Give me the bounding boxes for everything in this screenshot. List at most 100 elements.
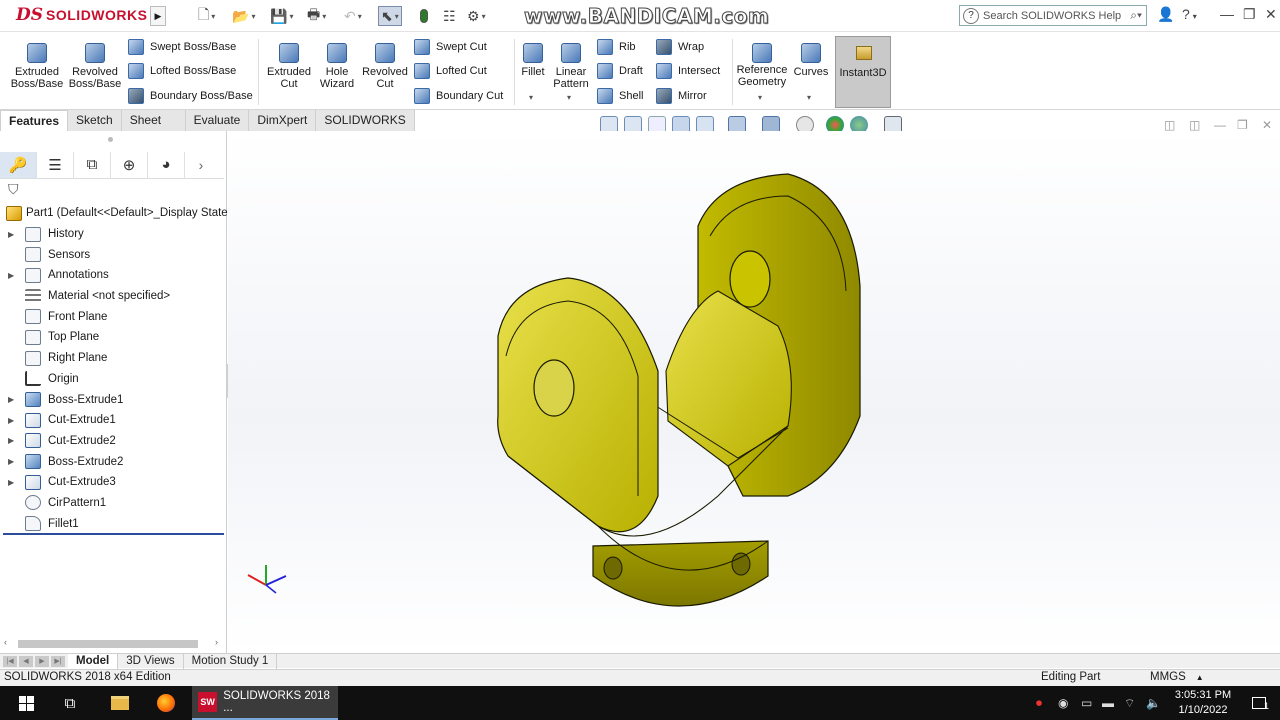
scroll-left-icon[interactable]: ‹ (4, 637, 7, 647)
expand-arrow-icon[interactable]: ▶ (8, 457, 14, 466)
fillet-button[interactable]: Fillet (516, 43, 550, 78)
tab-motion-study[interactable]: Motion Study 1 (184, 653, 278, 669)
tab-features[interactable]: Features (0, 110, 69, 131)
minimize-window-icon[interactable]: — (1220, 6, 1234, 22)
lofted-boss-button[interactable]: Lofted Boss/Base (128, 62, 236, 80)
file-explorer-icon[interactable] (102, 686, 138, 720)
tab-sheet-metal[interactable]: Sheet Metal (121, 110, 186, 148)
expand-arrow-icon[interactable]: ▶ (8, 478, 14, 487)
pattern-dropdown-icon[interactable]: ▾ (567, 93, 571, 102)
tab-model[interactable]: Model (68, 653, 119, 669)
filter-icon[interactable]: ⛉ (8, 181, 19, 198)
tile-right-icon[interactable]: ◫ (1189, 118, 1200, 132)
last-tab-icon[interactable]: ▶| (51, 655, 65, 667)
help-menu-icon[interactable]: ? ▾ (1182, 6, 1197, 22)
3d-part-model[interactable] (488, 166, 868, 616)
tile-left-icon[interactable]: ◫ (1164, 118, 1175, 132)
options-button[interactable]: ⚙ ▾ (467, 6, 486, 26)
lofted-cut-button[interactable]: Lofted Cut (414, 62, 487, 80)
print-button[interactable]: 🖶 ▾ (307, 6, 326, 26)
document-restore-icon[interactable]: ❐ (1237, 118, 1248, 132)
tray-app-icon[interactable]: ◉ (1058, 696, 1068, 710)
intersect-button[interactable]: Intersect (656, 62, 720, 80)
tab-dimxpert[interactable]: DimXpert (249, 110, 317, 131)
expand-arrow-icon[interactable]: ▶ (8, 436, 14, 445)
save-button[interactable]: 💾 ▾ (270, 6, 293, 26)
tab-sketch[interactable]: Sketch (68, 110, 122, 131)
reference-geometry-dropdown-icon[interactable]: ▾ (758, 93, 762, 102)
extruded-boss-button[interactable]: Extruded Boss/Base (9, 43, 65, 90)
expand-arrow-icon[interactable]: ▶ (8, 271, 14, 280)
panel-horizontal-scrollbar[interactable]: ‹ › (4, 637, 224, 651)
first-tab-icon[interactable]: |◀ (3, 655, 17, 667)
tree-root-part[interactable]: Part1 (Default<<Default>_Display State (0, 203, 228, 224)
system-clock[interactable]: 3:05:31 PM 1/10/2022 (1172, 688, 1234, 718)
tray-power-icon[interactable]: ▬ (1102, 696, 1114, 710)
task-view-icon[interactable]: ⧉ (52, 686, 88, 720)
expand-arrow-icon[interactable]: ▶ (8, 395, 14, 404)
prev-tab-icon[interactable]: ◀ (19, 655, 33, 667)
tab-3d-views[interactable]: 3D Views (118, 653, 184, 669)
tree-item-cut-extrude1[interactable]: ▶ Cut-Extrude1 (0, 410, 224, 431)
mirror-button[interactable]: Mirror (656, 87, 707, 105)
close-window-icon[interactable]: ✕ (1265, 6, 1277, 23)
start-button[interactable] (8, 686, 44, 720)
swept-cut-button[interactable]: Swept Cut (414, 38, 487, 56)
reference-geometry-button[interactable]: Reference Geometry (735, 43, 789, 88)
taskbar-solidworks[interactable]: SW SOLIDWORKS 2018 ... (192, 686, 338, 720)
scroll-thumb[interactable] (18, 640, 198, 648)
open-document-button[interactable]: 📂 ▾ (232, 6, 255, 26)
notification-center-icon[interactable]: 1 (1242, 686, 1276, 720)
fillet-dropdown-icon[interactable]: ▾ (529, 93, 533, 102)
expand-arrow-icon[interactable]: ▶ (8, 230, 14, 239)
tree-item-front-plane[interactable]: Front Plane (0, 306, 224, 327)
document-close-icon[interactable]: ✕ (1262, 118, 1272, 132)
rollback-bar[interactable] (3, 533, 224, 535)
rib-button[interactable]: Rib (597, 38, 636, 56)
tree-item-boss-extrude1[interactable]: ▶ Boss-Extrude1 (0, 389, 224, 410)
rebuild-button[interactable] (420, 6, 428, 26)
graphics-area[interactable] (228, 131, 1280, 653)
dimxpertmanager-tab-icon[interactable]: ⊕ (111, 151, 148, 178)
search-help-field[interactable]: ? Search SOLIDWORKS Help ⌕▾ (959, 5, 1147, 26)
menu-expand-arrow-icon[interactable]: ▶ (150, 6, 166, 26)
linear-pattern-button[interactable]: Linear Pattern (550, 43, 592, 90)
new-document-button[interactable]: 🗋 ▾ (198, 6, 215, 26)
recording-indicator-icon[interactable]: ⏺ (1036, 696, 1042, 711)
shell-button[interactable]: Shell (597, 87, 643, 105)
boundary-cut-button[interactable]: Boundary Cut (414, 87, 503, 105)
restore-window-icon[interactable]: ❐ (1243, 6, 1256, 23)
expand-arrow-icon[interactable]: ▶ (8, 416, 14, 425)
search-icon[interactable]: ⌕▾ (1130, 8, 1142, 23)
volume-icon[interactable]: 🔈 (1146, 696, 1161, 710)
tree-item-right-plane[interactable]: Right Plane (0, 348, 224, 369)
displaymanager-tab-icon[interactable]: ◕ (148, 151, 185, 178)
tree-item-sensors[interactable]: Sensors (0, 244, 224, 265)
tree-item-top-plane[interactable]: Top Plane (0, 327, 224, 348)
user-account-icon[interactable]: 👤 (1157, 6, 1174, 23)
curves-button[interactable]: Curves (792, 43, 830, 78)
network-icon[interactable]: ⌔ (1124, 696, 1135, 711)
file-properties-button[interactable]: ☷ (443, 6, 456, 26)
tab-solidworks-mbd[interactable]: SOLIDWORKS MBD (316, 110, 415, 148)
panel-grip-icon[interactable] (108, 137, 113, 142)
swept-boss-button[interactable]: Swept Boss/Base (128, 38, 236, 56)
tree-item-material[interactable]: Material <not specified> (0, 286, 224, 307)
boundary-boss-button[interactable]: Boundary Boss/Base (128, 87, 253, 105)
wrap-button[interactable]: Wrap (656, 38, 704, 56)
undo-button[interactable]: ↶ ▾ (344, 6, 362, 26)
featuremanager-tab-icon[interactable]: 🔑 (0, 151, 37, 178)
tree-item-cut-extrude3[interactable]: ▶ Cut-Extrude3 (0, 472, 224, 493)
units-selector[interactable]: MMGS ▲ (1150, 671, 1204, 683)
tree-item-cirpattern1[interactable]: CirPattern1 (0, 493, 224, 514)
revolved-boss-button[interactable]: Revolved Boss/Base (67, 43, 123, 90)
tree-item-annotations[interactable]: ▶ Annotations (0, 265, 224, 286)
panel-tabs-next-icon[interactable]: › (191, 157, 211, 173)
tree-item-history[interactable]: ▶ History (0, 224, 224, 245)
instant3d-button[interactable]: Instant3D (835, 36, 891, 108)
tab-evaluate[interactable]: Evaluate (185, 110, 250, 131)
document-minimize-icon[interactable]: — (1214, 118, 1226, 132)
next-tab-icon[interactable]: ▶ (35, 655, 49, 667)
propertymanager-tab-icon[interactable]: ☰ (37, 151, 74, 178)
configurationmanager-tab-icon[interactable]: ⧉ (74, 151, 111, 178)
